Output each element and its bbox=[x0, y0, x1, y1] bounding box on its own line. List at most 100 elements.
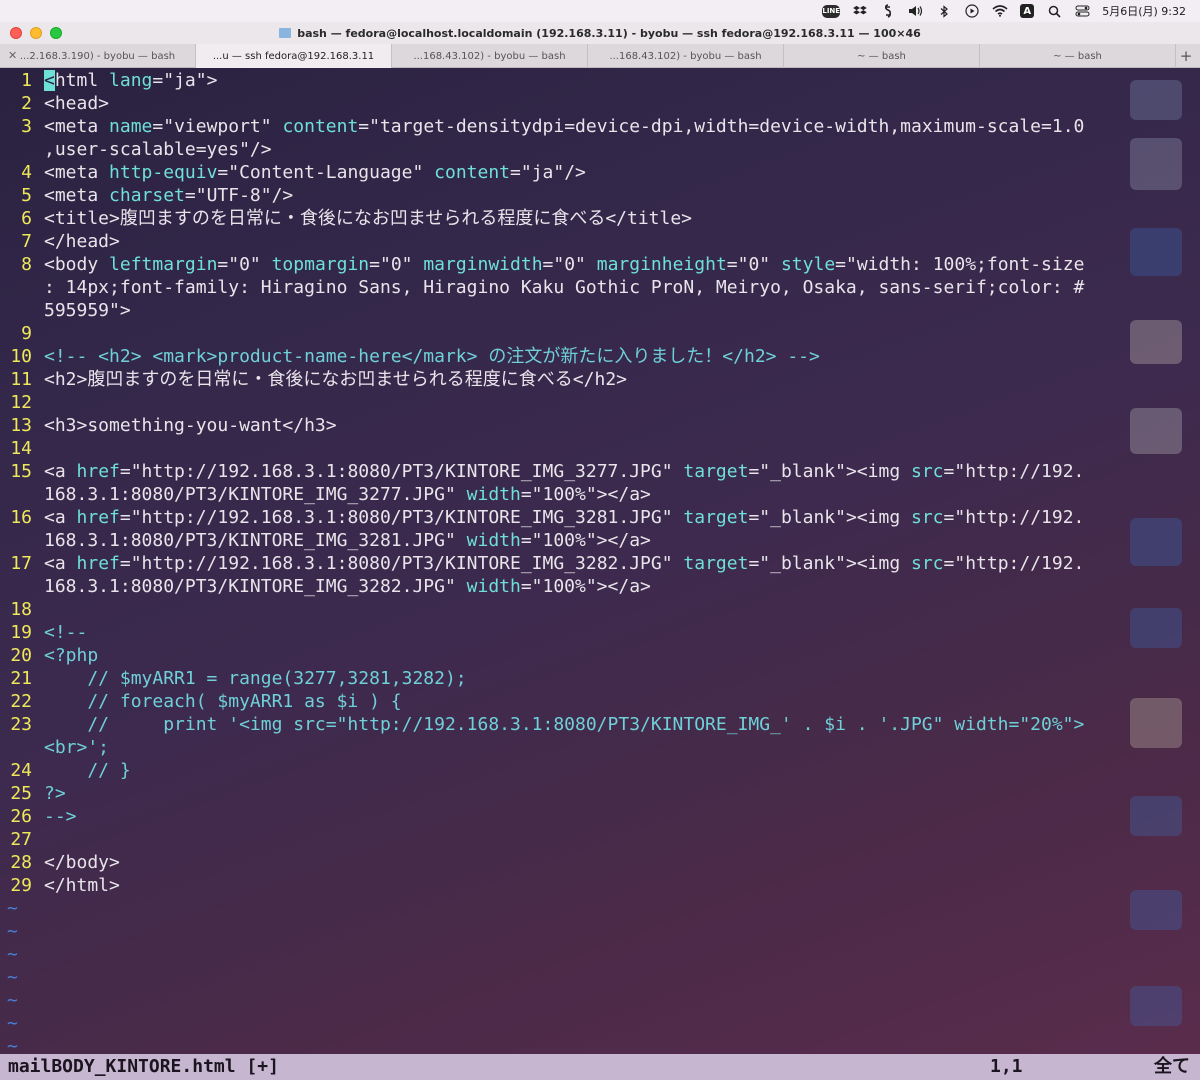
tab-1[interactable]: ✕ ...2.168.3.190) - byobu — bash bbox=[0, 44, 196, 68]
code-line[interactable]: 9 bbox=[0, 322, 1200, 345]
menubar-clock[interactable]: 5月6日(月) 9:32 bbox=[1102, 3, 1186, 19]
code-line[interactable]: 24 // } bbox=[0, 759, 1200, 782]
line-code: <!-- <h2> <mark>product-name-here</mark>… bbox=[44, 346, 820, 367]
tab-label: ~ — bash bbox=[1053, 50, 1102, 62]
line-number: 4 bbox=[21, 162, 32, 183]
code-line[interactable]: 13 <h3>something-you-want</h3> bbox=[0, 414, 1200, 437]
code-line[interactable]: 168.3.1:8080/PT3/KINTORE_IMG_3282.JPG" w… bbox=[0, 575, 1200, 598]
control-center-icon[interactable] bbox=[1074, 4, 1090, 18]
code-line[interactable]: 12 bbox=[0, 391, 1200, 414]
line-number: 11 bbox=[10, 369, 32, 390]
line-code: <body leftmargin="0" topmargin="0" margi… bbox=[44, 254, 1085, 275]
line-code: <html lang="ja"> bbox=[44, 70, 218, 91]
code-line[interactable]: <br>'; bbox=[0, 736, 1200, 759]
code-line[interactable]: 28 </body> bbox=[0, 851, 1200, 874]
code-line[interactable]: 11 <h2>腹凹ますのを日常に・食後になお凹ませられる程度に食べる</h2> bbox=[0, 368, 1200, 391]
code-line[interactable]: 27 bbox=[0, 828, 1200, 851]
tab-6[interactable]: ~ — bash bbox=[980, 44, 1176, 68]
line-number: 10 bbox=[10, 346, 32, 367]
code-line[interactable]: 8 <body leftmargin="0" topmargin="0" marg… bbox=[0, 253, 1200, 276]
line-code: 168.3.1:8080/PT3/KINTORE_IMG_3277.JPG" w… bbox=[44, 484, 651, 505]
line-code: 168.3.1:8080/PT3/KINTORE_IMG_3281.JPG" w… bbox=[44, 530, 651, 551]
line-icon[interactable]: LINE bbox=[822, 4, 841, 18]
code-line[interactable]: 22 // foreach( $myARR1 as $i ) { bbox=[0, 690, 1200, 713]
vim-statusline: mailBODY_KINTORE.html [+] 1,1 全て bbox=[0, 1054, 1200, 1080]
code-line[interactable]: 20 <?php bbox=[0, 644, 1200, 667]
close-icon[interactable]: ✕ bbox=[8, 49, 17, 62]
dropbox-icon[interactable] bbox=[852, 4, 868, 18]
tab-4[interactable]: ...168.43.102) - byobu — bash bbox=[588, 44, 784, 68]
code-line[interactable]: 26 --> bbox=[0, 805, 1200, 828]
code-line[interactable]: 14 bbox=[0, 437, 1200, 460]
code-line[interactable]: 6 <title>腹凹ますのを日常に・食後になお凹ませられる程度に食べる</tit… bbox=[0, 207, 1200, 230]
line-number: 7 bbox=[21, 231, 32, 252]
code-line[interactable]: 23 // print '<img src="http://192.168.3.… bbox=[0, 713, 1200, 736]
tab-3[interactable]: ...168.43.102) - byobu — bash bbox=[392, 44, 588, 68]
vim-editor[interactable]: 1 <html lang="ja"> 2 <head> 3 <meta name="vie… bbox=[0, 68, 1200, 1054]
input-method-icon[interactable]: A bbox=[1020, 4, 1035, 18]
line-code: <head> bbox=[44, 93, 110, 114]
line-number bbox=[0, 483, 44, 506]
line-code: <a href="http://192.168.3.1:8080/PT3/KIN… bbox=[44, 507, 1085, 528]
code-line[interactable]: 16 <a href="http://192.168.3.1:8080/PT3/K… bbox=[0, 506, 1200, 529]
code-line[interactable]: 19 <!-- bbox=[0, 621, 1200, 644]
status-scroll-percent: 全て bbox=[1154, 1056, 1190, 1077]
code-line[interactable]: 18 bbox=[0, 598, 1200, 621]
code-line[interactable]: 17 <a href="http://192.168.3.1:8080/PT3/K… bbox=[0, 552, 1200, 575]
line-code: // } bbox=[44, 760, 131, 781]
line-number: 14 bbox=[10, 438, 32, 459]
new-tab-button[interactable]: + bbox=[1176, 44, 1196, 68]
line-number bbox=[0, 736, 44, 759]
line-number: 22 bbox=[10, 691, 32, 712]
line-code: <h3>something-you-want</h3> bbox=[44, 415, 337, 436]
line-number: 12 bbox=[10, 392, 32, 413]
bluetooth-icon[interactable] bbox=[936, 4, 952, 18]
tilde-marker: ~ bbox=[7, 967, 18, 988]
line-number: 1 bbox=[21, 70, 32, 91]
minimize-window-button[interactable] bbox=[30, 27, 42, 39]
code-line[interactable]: 25 ?> bbox=[0, 782, 1200, 805]
tilde-marker: ~ bbox=[7, 921, 18, 942]
code-line[interactable]: 15 <a href="http://192.168.3.1:8080/PT3/K… bbox=[0, 460, 1200, 483]
line-number: 25 bbox=[10, 783, 32, 804]
code-line[interactable]: 4 <meta http-equiv="Content-Language" con… bbox=[0, 161, 1200, 184]
wifi-icon[interactable] bbox=[992, 4, 1008, 18]
script-icon[interactable] bbox=[880, 4, 896, 18]
line-number: 9 bbox=[21, 323, 32, 344]
empty-buffer-line: ~ bbox=[0, 989, 1200, 1012]
zoom-window-button[interactable] bbox=[50, 27, 62, 39]
line-number: 13 bbox=[10, 415, 32, 436]
tab-label: ...u — ssh fedora@192.168.3.11 bbox=[212, 50, 375, 62]
code-line[interactable]: 595959"> bbox=[0, 299, 1200, 322]
play-icon[interactable] bbox=[964, 4, 980, 18]
window-titlebar[interactable]: bash — fedora@localhost.localdomain (192… bbox=[0, 22, 1200, 44]
code-line[interactable]: 5 <meta charset="UTF-8"/> bbox=[0, 184, 1200, 207]
line-number: 27 bbox=[10, 829, 32, 850]
code-line[interactable]: ,user-scalable=yes"/> bbox=[0, 138, 1200, 161]
line-code: // $myARR1 = range(3277,3281,3282); bbox=[44, 668, 467, 689]
search-icon[interactable] bbox=[1046, 4, 1062, 18]
code-line[interactable]: 29 </html> bbox=[0, 874, 1200, 897]
code-line[interactable]: 10 <!-- <h2> <mark>product-name-here</mar… bbox=[0, 345, 1200, 368]
code-line[interactable]: 2 <head> bbox=[0, 92, 1200, 115]
code-line[interactable]: 168.3.1:8080/PT3/KINTORE_IMG_3281.JPG" w… bbox=[0, 529, 1200, 552]
code-line[interactable]: 3 <meta name="viewport" content="target-d… bbox=[0, 115, 1200, 138]
line-code: 168.3.1:8080/PT3/KINTORE_IMG_3282.JPG" w… bbox=[44, 576, 651, 597]
line-number: 15 bbox=[10, 461, 32, 482]
code-line[interactable]: 7 </head> bbox=[0, 230, 1200, 253]
code-line[interactable]: 168.3.1:8080/PT3/KINTORE_IMG_3277.JPG" w… bbox=[0, 483, 1200, 506]
volume-icon[interactable] bbox=[908, 4, 924, 18]
tab-2[interactable]: ...u — ssh fedora@192.168.3.11 bbox=[196, 44, 392, 68]
tilde-marker: ~ bbox=[7, 898, 18, 919]
empty-buffer-line: ~ bbox=[0, 920, 1200, 943]
code-line[interactable]: 1 <html lang="ja"> bbox=[0, 69, 1200, 92]
line-number: 8 bbox=[21, 254, 32, 275]
line-code: // foreach( $myARR1 as $i ) { bbox=[44, 691, 402, 712]
code-line[interactable]: 21 // $myARR1 = range(3277,3281,3282); bbox=[0, 667, 1200, 690]
code-line[interactable]: : 14px;font-family: Hiragino Sans, Hirag… bbox=[0, 276, 1200, 299]
tab-5[interactable]: ~ — bash bbox=[784, 44, 980, 68]
close-window-button[interactable] bbox=[10, 27, 22, 39]
